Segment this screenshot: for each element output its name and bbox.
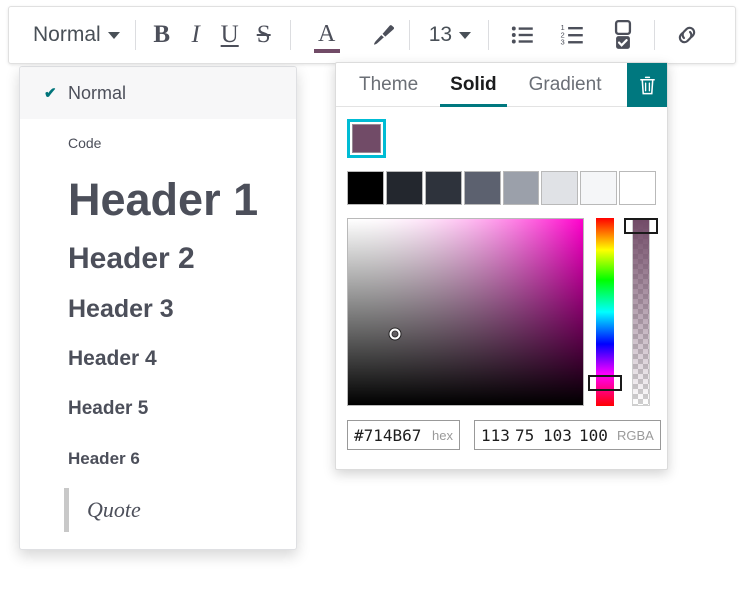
bold-button[interactable]: B (145, 15, 179, 55)
format-item-label: Header 5 (68, 398, 148, 420)
rgba-blue-input[interactable] (543, 426, 579, 445)
format-item-header-2[interactable]: Header 2 (20, 234, 296, 284)
hex-field-label: hex (430, 428, 459, 443)
format-item-label: Normal (68, 83, 126, 104)
text-style-dropdown-label: Normal (33, 23, 101, 47)
screen-root: Normal B I U S A 13 (0, 0, 744, 603)
saturation-value-area[interactable] (347, 218, 584, 406)
preset-swatch-6[interactable] (580, 171, 617, 205)
format-item-label: Header 4 (68, 347, 157, 371)
font-color-button[interactable]: A (310, 15, 344, 55)
rgba-red-input[interactable] (481, 426, 515, 445)
format-item-label: Header 6 (68, 449, 140, 469)
bold-label: B (153, 21, 170, 49)
highlight-color-button[interactable] (366, 15, 400, 55)
text-style-dropdown[interactable]: Normal (19, 15, 126, 55)
tab-label: Gradient (529, 74, 602, 96)
font-size-value: 13 (429, 23, 452, 47)
format-item-label: Code (68, 135, 101, 151)
delete-color-button[interactable] (627, 63, 667, 107)
toolbar-divider (488, 20, 489, 50)
check-icon: ✔ (44, 84, 57, 102)
preset-swatch-3[interactable] (464, 171, 501, 205)
font-size-dropdown[interactable]: 13 (419, 23, 479, 47)
hex-input[interactable] (354, 426, 430, 445)
current-color-fill (352, 124, 381, 153)
toolbar-divider (654, 20, 655, 50)
format-item-label: Header 3 (68, 295, 174, 324)
format-item-label: Header 2 (68, 242, 195, 276)
rgba-field-label: RGBA (615, 428, 660, 443)
picker-controls-row (347, 218, 656, 406)
tab-label: Solid (450, 74, 496, 96)
format-item-normal[interactable]: ✔ Normal (20, 67, 296, 119)
color-value-fields: hex RGBA (347, 420, 656, 450)
checklist-button[interactable] (606, 15, 640, 55)
tab-label: Theme (359, 74, 418, 96)
rgba-field[interactable]: RGBA (474, 420, 661, 450)
italic-label: I (192, 21, 200, 49)
hex-field[interactable]: hex (347, 420, 460, 450)
format-item-header-1[interactable]: Header 1 (20, 166, 296, 234)
link-button[interactable] (670, 15, 704, 55)
link-icon (674, 22, 700, 48)
preset-swatch-4[interactable] (503, 171, 540, 205)
tab-gradient[interactable]: Gradient (519, 63, 612, 106)
sv-black-layer (348, 219, 583, 405)
strikethrough-label: S (257, 21, 271, 49)
format-item-code[interactable]: Code (20, 119, 296, 166)
alpha-gradient-layer (633, 219, 649, 405)
preset-swatch-row (347, 171, 656, 205)
numbered-list-icon: 1 2 3 (560, 22, 586, 48)
preset-swatch-7[interactable] (619, 171, 656, 205)
alpha-slider-handle[interactable] (624, 218, 658, 234)
bulleted-list-icon (510, 22, 536, 48)
trash-icon (638, 75, 657, 96)
hue-slider[interactable] (596, 218, 614, 406)
svg-text:3: 3 (561, 37, 565, 46)
preset-swatch-0[interactable] (347, 171, 384, 205)
format-item-header-6[interactable]: Header 6 (20, 434, 296, 484)
format-item-header-3[interactable]: Header 3 (20, 284, 296, 334)
format-item-quote[interactable]: Quote (20, 484, 296, 536)
current-color-swatch[interactable] (347, 119, 386, 158)
toolbar-divider (409, 20, 410, 50)
chevron-down-icon (108, 32, 120, 39)
underline-button[interactable]: U (213, 15, 247, 55)
format-item-header-4[interactable]: Header 4 (20, 334, 296, 384)
color-picker-panel: Theme Solid Gradient (335, 62, 668, 470)
format-item-label: Header 1 (68, 174, 258, 226)
numbered-list-button[interactable]: 1 2 3 (556, 15, 590, 55)
font-color-indicator (314, 49, 340, 53)
format-item-header-5[interactable]: Header 5 (20, 384, 296, 434)
chevron-down-icon (459, 32, 471, 39)
font-color-glyph: A (318, 21, 335, 48)
tab-solid[interactable]: Solid (440, 63, 506, 106)
editor-toolbar: Normal B I U S A 13 (8, 6, 736, 64)
tab-theme[interactable]: Theme (349, 63, 428, 106)
format-item-label: Quote (87, 497, 141, 523)
hue-slider-handle[interactable] (588, 375, 622, 391)
underline-label: U (221, 21, 239, 49)
text-style-menu: ✔ Normal Code Header 1 Header 2 Header 3… (19, 66, 297, 550)
sv-cursor-handle[interactable] (390, 329, 401, 340)
brush-icon (370, 22, 396, 48)
preset-swatch-5[interactable] (541, 171, 578, 205)
toolbar-divider (135, 20, 136, 50)
strikethrough-button[interactable]: S (247, 15, 281, 55)
preset-swatch-2[interactable] (425, 171, 462, 205)
alpha-slider[interactable] (632, 218, 650, 406)
italic-button[interactable]: I (179, 15, 213, 55)
color-picker-tabs: Theme Solid Gradient (336, 63, 667, 107)
preset-swatch-1[interactable] (386, 171, 423, 205)
quote-bar (64, 488, 69, 532)
bulleted-list-button[interactable] (506, 15, 540, 55)
rgba-alpha-input[interactable] (579, 426, 615, 445)
color-picker-body: hex RGBA (336, 107, 667, 450)
toolbar-divider (290, 20, 291, 50)
rgba-green-input[interactable] (515, 426, 543, 445)
checklist-icon (610, 20, 636, 50)
